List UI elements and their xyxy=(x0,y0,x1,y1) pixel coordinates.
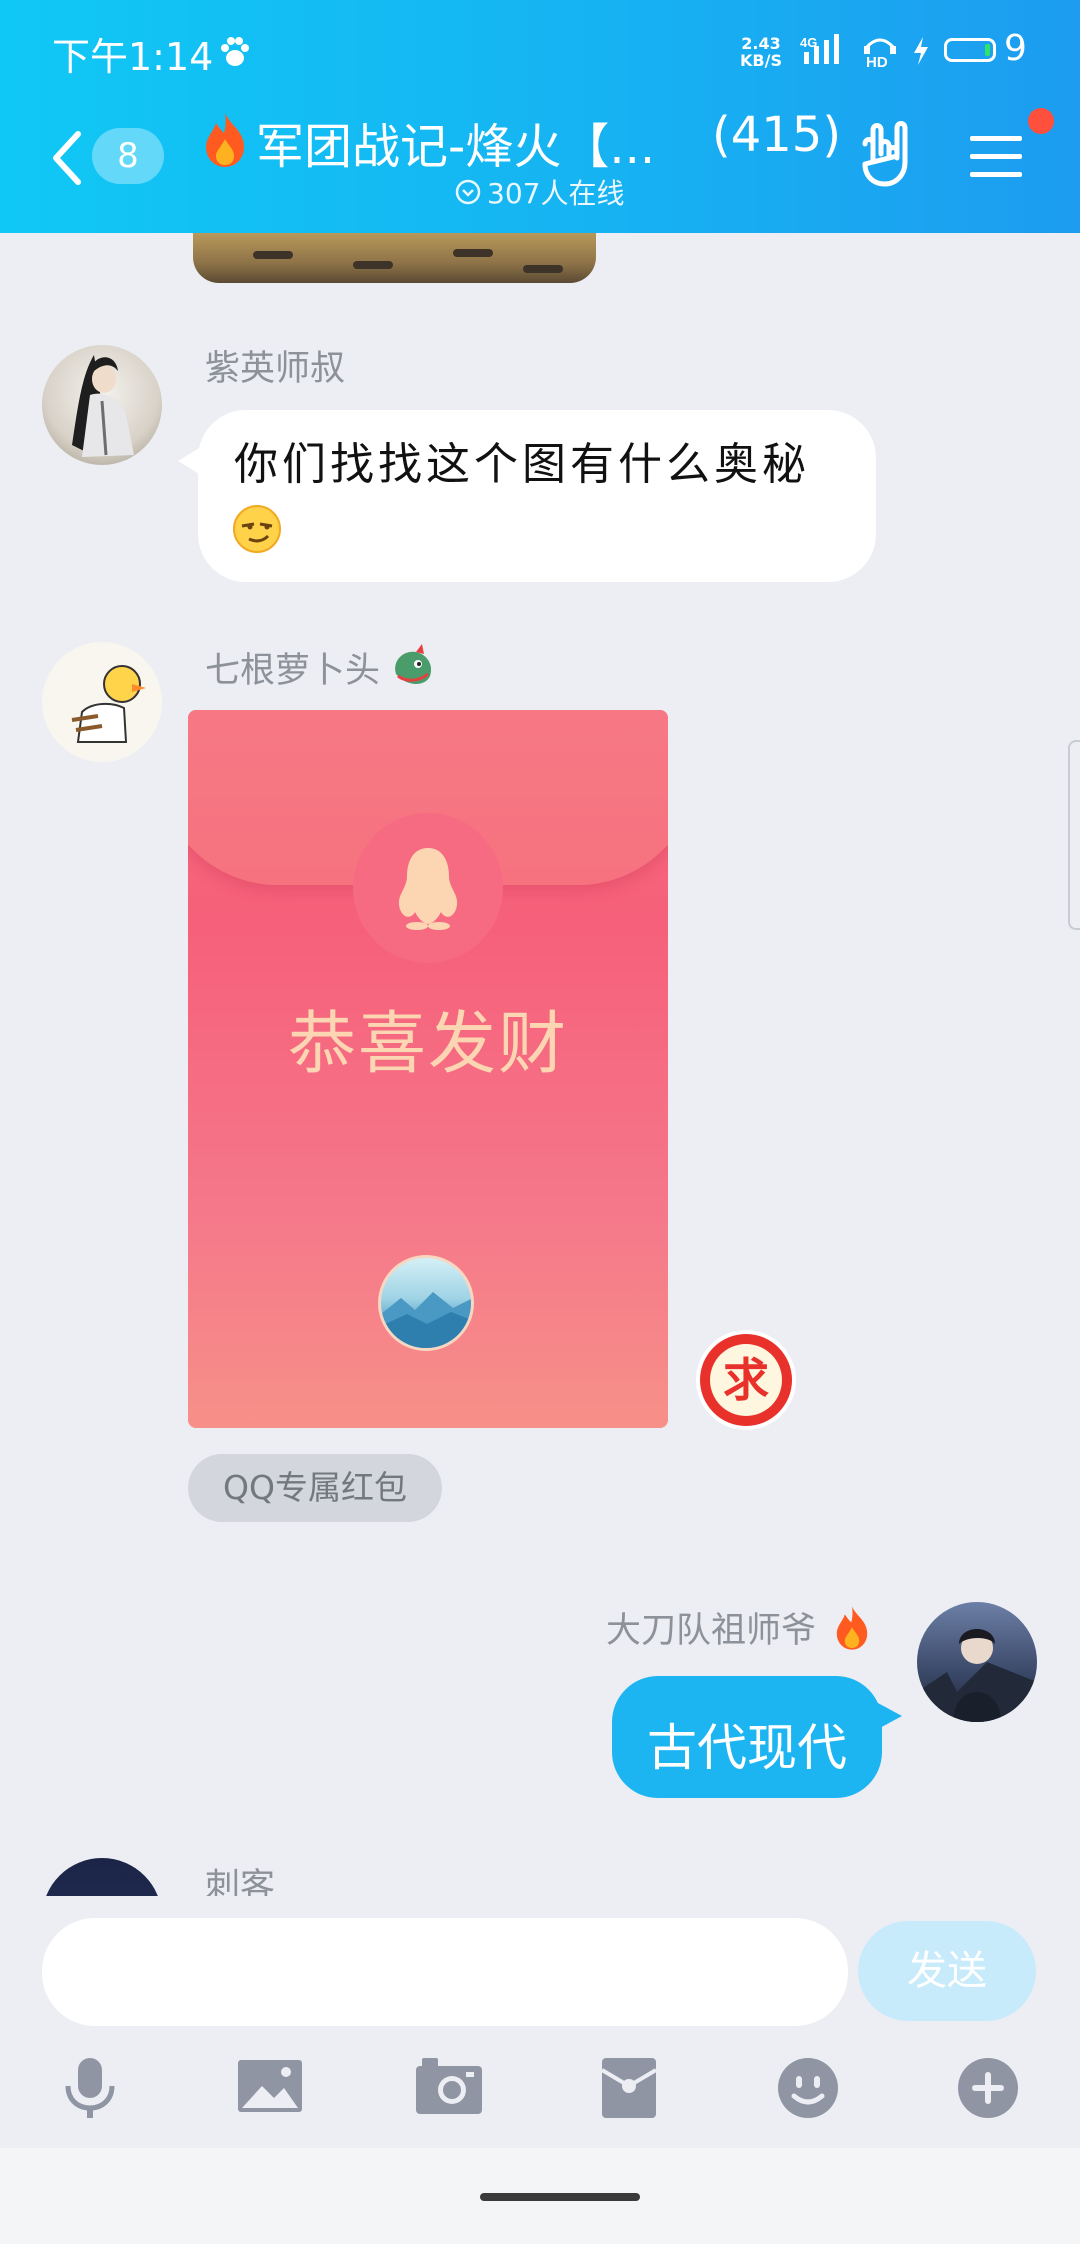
message-text: 古代现代 xyxy=(647,1719,847,1777)
input-area: 发送 xyxy=(0,1896,1080,2148)
message-bubble[interactable]: 你们找找这个图有什么奥秘 xyxy=(198,410,876,582)
avatar[interactable] xyxy=(42,345,162,465)
camera-icon[interactable] xyxy=(414,2056,484,2116)
message-input[interactable] xyxy=(42,1918,848,2026)
scroll-indicator[interactable] xyxy=(1068,740,1080,930)
battery-icon xyxy=(944,38,996,62)
red-packet-open-coin[interactable] xyxy=(378,1255,474,1351)
fire-icon xyxy=(836,1606,868,1650)
fire-icon xyxy=(206,113,244,167)
paw-icon xyxy=(221,37,249,66)
online-status[interactable]: 307人在线 xyxy=(455,172,624,212)
image-icon[interactable] xyxy=(236,2056,304,2116)
menu-icon[interactable] xyxy=(968,132,1024,180)
navigation-bar xyxy=(0,2148,1080,2244)
red-packet-tag: QQ专属红包 xyxy=(188,1454,442,1522)
message-text: 你们找找这个图有什么奥秘 xyxy=(234,439,810,490)
online-count: 307人在线 xyxy=(487,177,625,210)
member-count: (415) xyxy=(712,107,842,163)
svg-text:HD: HD xyxy=(866,54,888,68)
back-icon[interactable] xyxy=(48,130,84,186)
smirk-emoji-icon xyxy=(233,505,281,553)
previous-image-message[interactable] xyxy=(193,233,596,283)
microphone-icon[interactable] xyxy=(60,2056,120,2120)
status-bar: 下午1:14 2.43 KB/S 4G HD 9 xyxy=(0,0,1080,100)
sender-name: 紫英师叔 xyxy=(205,349,346,389)
charging-icon xyxy=(914,37,928,65)
status-time: 下午1:14 xyxy=(52,35,214,79)
chevron-down-icon xyxy=(455,179,481,205)
sender-name: 大刀队祖师爷 xyxy=(606,1611,817,1651)
group-title-area[interactable]: 军团战记-烽火【... (415) xyxy=(200,105,842,175)
avatar[interactable]: ! xyxy=(42,642,162,762)
home-indicator[interactable] xyxy=(480,2193,640,2201)
red-packet-icon[interactable] xyxy=(600,2056,658,2120)
emoji-icon[interactable] xyxy=(776,2056,840,2120)
qq-penguin-icon xyxy=(398,848,458,930)
hd-icon: HD xyxy=(864,38,896,68)
sender-name: 七根萝卜头 xyxy=(205,651,381,691)
gesture-hand-icon[interactable] xyxy=(855,118,921,188)
signal-icon: 4G xyxy=(800,34,839,64)
red-packet-type-badge: 求 xyxy=(696,1330,796,1430)
unread-badge[interactable]: 8 xyxy=(92,128,164,184)
svg-text:!: ! xyxy=(48,658,54,674)
svg-text:求: 求 xyxy=(723,1353,769,1407)
notification-dot xyxy=(1028,108,1054,134)
chat-header: 下午1:14 2.43 KB/S 4G HD 9 8 军团战记-烽火【... (… xyxy=(0,0,1080,233)
red-packet-greeting: 恭喜发财 xyxy=(287,1005,568,1084)
message-bubble-outgoing[interactable]: 古代现代 xyxy=(612,1676,882,1798)
avatar[interactable] xyxy=(917,1602,1037,1722)
red-packet-card[interactable]: 恭喜发财 xyxy=(188,710,668,1428)
group-title: 军团战记-烽火【... xyxy=(256,119,656,175)
send-button[interactable]: 发送 xyxy=(858,1921,1036,2021)
net-speed: 2.43 KB/S xyxy=(740,34,782,70)
plus-icon[interactable] xyxy=(956,2056,1020,2120)
battery-level: 9 xyxy=(1004,28,1027,69)
dragon-badge-icon xyxy=(395,644,432,684)
